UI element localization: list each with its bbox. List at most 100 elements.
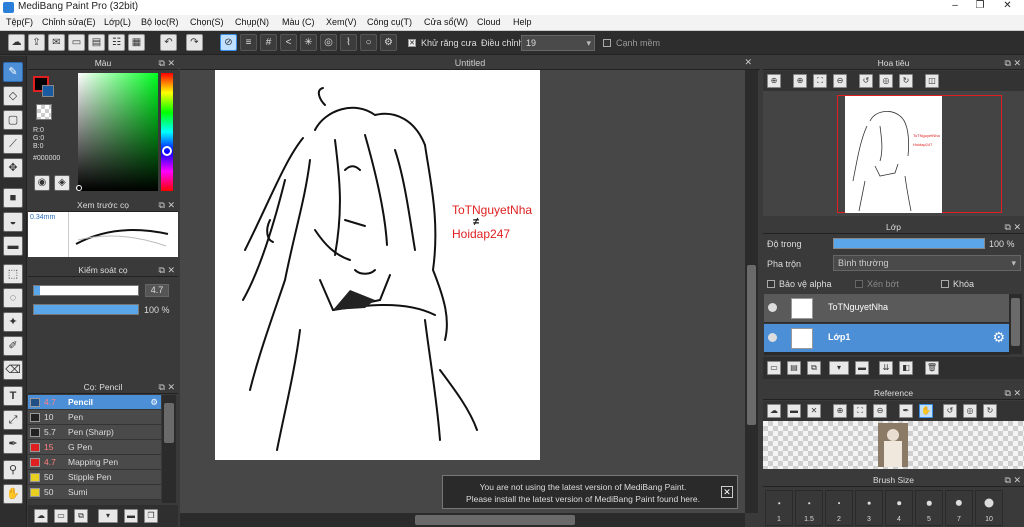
export-icon[interactable]: ⇪ (28, 34, 45, 51)
clipping-checkbox[interactable] (855, 278, 863, 288)
zoom-in-nav-icon[interactable]: ⊕ (793, 74, 807, 88)
grid-icon[interactable]: ▦ (128, 34, 145, 51)
hue-handle[interactable] (162, 146, 172, 156)
layer-list-scrollbar[interactable] (1009, 294, 1022, 354)
layer-settings-icon[interactable]: ◧ (899, 361, 913, 375)
brush-list-item[interactable]: 4.7 Pencil ⚙ (28, 395, 161, 410)
saturation-value-picker[interactable] (78, 73, 158, 191)
copy-brush-icon[interactable]: ⧉ (74, 509, 88, 523)
scroll-thumb[interactable] (1011, 298, 1020, 346)
brush-size-preset[interactable]: 10 (975, 490, 1003, 526)
line-tool-icon[interactable]: ⟋ (3, 134, 23, 154)
brush-list-item[interactable]: 15 G Pen (28, 440, 161, 455)
menu-capture[interactable]: Chụp(N) (235, 17, 269, 27)
duplicate-layer-icon[interactable]: ⧉ (807, 361, 821, 375)
add-brush-icon[interactable]: ▾ (98, 509, 118, 523)
reference-panel[interactable] (763, 421, 1024, 469)
reference-zoom-out-icon[interactable]: ⊖ (873, 404, 887, 418)
color-settings-icon[interactable]: ◈ (54, 175, 70, 191)
brush-tool-icon[interactable]: ✎ (3, 62, 23, 82)
snap-off-icon[interactable]: ⊘ (220, 34, 237, 51)
radial-snap-icon[interactable]: ✳ (300, 34, 317, 51)
layer-opacity-slider[interactable] (833, 238, 985, 249)
operation-tool-icon[interactable]: ⤢ (3, 410, 23, 430)
layer-item[interactable]: ToTNguyetNha (764, 294, 1009, 323)
brush-size-value[interactable]: 4.7 (145, 284, 169, 297)
reference-reset-icon[interactable]: ◎ (963, 404, 977, 418)
reference-rotate-left-icon[interactable]: ↺ (943, 404, 957, 418)
brush-size-preset[interactable]: 4 (885, 490, 913, 526)
circle-snap-icon[interactable]: ○ (360, 34, 377, 51)
move-tool-icon[interactable]: ✥ (3, 158, 23, 178)
close-notice-icon[interactable]: ✕ (721, 486, 733, 498)
vanishing-snap-icon[interactable]: < (280, 34, 297, 51)
fill-rect-tool-icon[interactable]: ■ (3, 188, 23, 208)
select-pen-icon[interactable]: ✐ (3, 336, 23, 356)
brush-list-item[interactable]: 5.7 Pen (Sharp) (28, 425, 161, 440)
layer-folder-icon[interactable]: ▬ (855, 361, 869, 375)
reference-fit-icon[interactable]: ⛶ (853, 404, 867, 418)
panel-controls-icon[interactable]: ⧉ ✕ (159, 198, 175, 212)
protect-alpha-checkbox[interactable] (767, 278, 775, 288)
eraser-tool-icon[interactable]: ◇ (3, 86, 23, 106)
merge-down-icon[interactable]: ⇊ (879, 361, 893, 375)
undo-icon[interactable]: ↶ (160, 34, 177, 51)
minimize-icon[interactable]: – (945, 0, 965, 11)
rotate-right-icon[interactable]: ↻ (899, 74, 913, 88)
curve-snap-icon[interactable]: ◎ (320, 34, 337, 51)
dropper-tool-icon[interactable]: ✒ (3, 434, 23, 454)
save-icon[interactable]: ▤ (88, 34, 105, 51)
cross-snap-icon[interactable]: # (260, 34, 277, 51)
brush-size-preset[interactable]: 3 (855, 490, 883, 526)
lock-checkbox[interactable] (941, 278, 949, 288)
brush-list-item[interactable]: 50 Sumi (28, 485, 161, 500)
palette-icon[interactable]: ◉ (34, 175, 50, 191)
hue-slider[interactable] (161, 73, 173, 191)
lasso-tool-icon[interactable]: ◌ (3, 288, 23, 308)
comment-icon[interactable]: ✉ (48, 34, 65, 51)
settings-snap-icon[interactable]: ⚙ (380, 34, 397, 51)
panel-controls-icon[interactable]: ⧉ ✕ (159, 56, 175, 70)
close-window-icon[interactable]: ✕ (995, 0, 1020, 11)
cloud-icon[interactable]: ☁ (8, 34, 25, 51)
panel-controls-icon[interactable]: ⧉ ✕ (1005, 220, 1021, 234)
layers-menu-icon[interactable]: ☷ (108, 34, 125, 51)
brush-size-preset[interactable]: 2 (825, 490, 853, 526)
new-brush-icon[interactable]: ▭ (54, 509, 68, 523)
scroll-thumb[interactable] (164, 403, 174, 443)
maximize-icon[interactable]: ❐ (970, 0, 990, 11)
menu-color[interactable]: Màu (C) (282, 17, 315, 27)
color-picker-handle[interactable] (76, 185, 82, 191)
menu-file[interactable]: Tệp(F) (6, 17, 33, 27)
brush-list-item[interactable]: 10 Pen (28, 410, 161, 425)
select-eraser-icon[interactable]: ⌫ (3, 360, 23, 380)
perspective-snap-icon[interactable]: ⌇ (340, 34, 357, 51)
reference-rotate-right-icon[interactable]: ↻ (983, 404, 997, 418)
layer-item[interactable]: Lớp1 ⚙ (764, 324, 1009, 353)
brush-list-item[interactable]: 50 Stipple Pen (28, 470, 161, 485)
zoom-out-icon[interactable]: ⊖ (833, 74, 847, 88)
eye-icon[interactable] (768, 303, 777, 312)
reference-zoom-in-icon[interactable]: ⊕ (833, 404, 847, 418)
brush-settings-icon[interactable]: ❐ (144, 509, 158, 523)
brush-size-preset[interactable]: 1.5 (795, 490, 823, 526)
panel-controls-icon[interactable]: ⧉ ✕ (1005, 56, 1021, 70)
new-file-icon[interactable]: ▭ (68, 34, 85, 51)
reference-hand-icon[interactable]: ✋ (919, 404, 933, 418)
menu-tools[interactable]: Công cụ(T) (367, 17, 412, 27)
menu-edit[interactable]: Chỉnh sửa(E) (42, 17, 96, 27)
zoom-in-icon[interactable]: ⊕ (767, 74, 781, 88)
reset-rotate-icon[interactable]: ◎ (879, 74, 893, 88)
delete-layer-icon[interactable]: 🗑 (925, 361, 939, 375)
eyedropper-tool-icon[interactable]: ⚲ (3, 460, 23, 480)
folder-icon[interactable]: ▬ (124, 509, 138, 523)
reference-close-icon[interactable]: ✕ (807, 404, 821, 418)
menu-view[interactable]: Xem(V) (326, 17, 357, 27)
reference-dropper-icon[interactable]: ✒ (899, 404, 913, 418)
panel-controls-icon[interactable]: ⧉ ✕ (159, 380, 175, 394)
redo-icon[interactable]: ↷ (186, 34, 203, 51)
cloud-brush-icon[interactable]: ☁ (34, 509, 48, 523)
gear-icon[interactable]: ⚙ (992, 329, 1005, 346)
transparent-swatch[interactable] (36, 104, 52, 120)
fit-icon[interactable]: ⛶ (813, 74, 827, 88)
